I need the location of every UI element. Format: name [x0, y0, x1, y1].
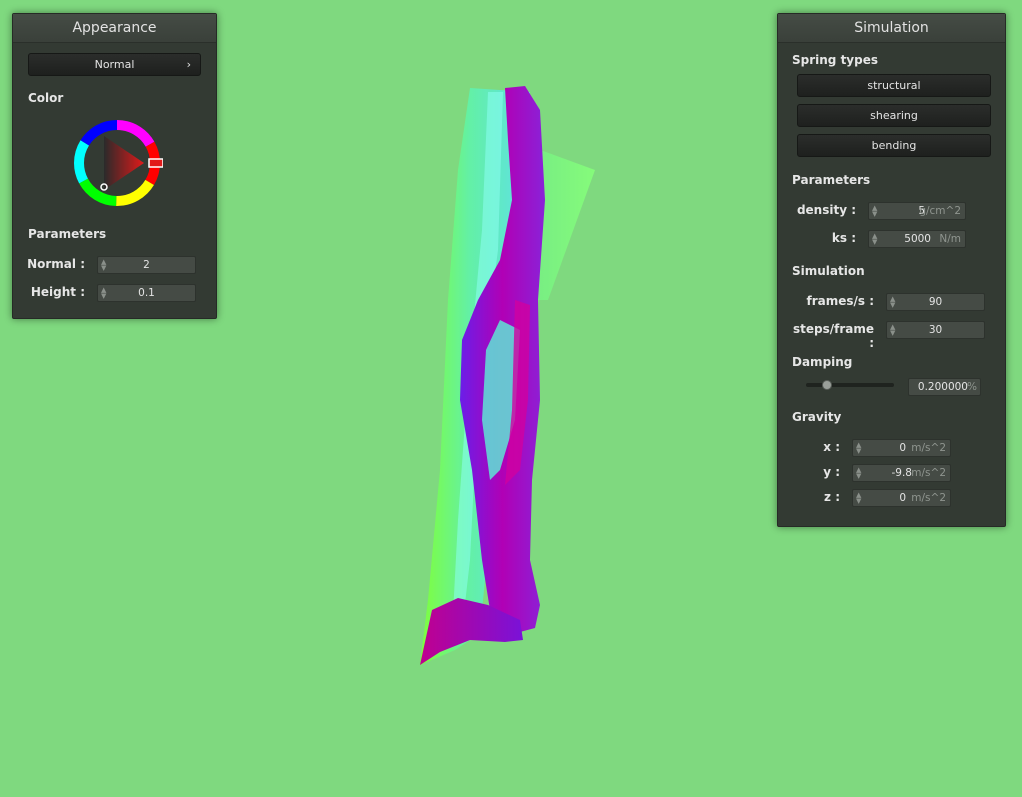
damping-label: Damping — [792, 355, 853, 369]
gravity-x-input[interactable]: ▲ ▼ 0 m/s^2 — [852, 439, 951, 457]
gravity-z-unit: m/s^2 — [911, 492, 946, 504]
gravity-x-value: 0 — [899, 442, 906, 454]
damping-number-input[interactable]: 0.200000 % — [908, 378, 981, 396]
ks-number-input[interactable]: ▲ ▼ 5000 N/m — [868, 230, 966, 248]
damping-slider-thumb[interactable] — [822, 380, 832, 390]
gravity-y-input[interactable]: ▲ ▼ -9.8 m/s^2 — [852, 464, 951, 482]
steps-per-frame-input[interactable]: ▲ ▼ 30 — [886, 321, 985, 339]
steps-per-frame-value: 30 — [928, 324, 943, 336]
spinner-arrows-icon[interactable]: ▲ ▼ — [856, 467, 862, 480]
damping-slider[interactable] — [806, 378, 894, 392]
appearance-panel: Appearance Normal › Color Parameters Nor… — [12, 13, 217, 319]
gravity-z-input[interactable]: ▲ ▼ 0 m/s^2 — [852, 489, 951, 507]
gravity-label: Gravity — [792, 410, 842, 424]
shearing-button[interactable]: shearing — [797, 104, 991, 127]
simulation-section-label: Simulation — [792, 264, 865, 278]
simulation-parameters-label: Parameters — [792, 173, 871, 187]
density-number-input[interactable]: ▲ ▼ 5 g/cm^2 — [868, 202, 966, 220]
damping-value: 0.200000 — [917, 381, 968, 393]
gravity-x-unit: m/s^2 — [911, 442, 946, 454]
spinner-arrows-icon[interactable]: ▲ ▼ — [872, 205, 878, 218]
frames-per-second-value: 90 — [928, 296, 943, 308]
gravity-y-label: y : — [823, 465, 840, 479]
normal-field-label: Normal : — [27, 257, 85, 271]
color-section-label: Color — [28, 91, 64, 105]
frames-per-second-input[interactable]: ▲ ▼ 90 — [886, 293, 985, 311]
structural-button[interactable]: structural — [797, 74, 991, 97]
gravity-y-value: -9.8 — [891, 467, 913, 479]
appearance-panel-title[interactable]: Appearance — [13, 14, 216, 43]
gravity-x-label: x : — [823, 440, 840, 454]
height-number-input[interactable]: ▲ ▼ 0.1 — [97, 284, 196, 302]
gravity-z-value: 0 — [899, 492, 906, 504]
density-unit: g/cm^2 — [919, 205, 961, 217]
simulation-panel: Simulation Spring types structural shear… — [777, 13, 1006, 527]
spinner-arrows-icon[interactable]: ▲ ▼ — [856, 442, 862, 455]
ks-field-label: ks : — [831, 231, 856, 245]
shading-mode-value: Normal — [94, 58, 135, 71]
height-value: 0.1 — [138, 287, 155, 299]
ks-unit: N/m — [939, 233, 961, 245]
spring-types-label: Spring types — [792, 53, 879, 67]
frames-per-second-label: frames/s : — [806, 294, 874, 308]
density-field-label: density : — [796, 203, 856, 217]
spinner-arrows-icon[interactable]: ▲ ▼ — [872, 233, 878, 246]
height-field-label: Height : — [30, 285, 85, 299]
ks-value: 5000 — [904, 233, 931, 245]
steps-per-frame-label: steps/frame : — [792, 322, 874, 350]
bending-button[interactable]: bending — [797, 134, 991, 157]
color-wheel-icon — [74, 120, 164, 206]
simulation-panel-title[interactable]: Simulation — [778, 14, 1005, 43]
damping-slider-track — [806, 383, 894, 387]
gravity-y-unit: m/s^2 — [911, 467, 946, 479]
chevron-right-icon: › — [186, 58, 191, 71]
color-wheel[interactable] — [71, 117, 164, 209]
normal-value: 2 — [143, 259, 150, 271]
spinner-arrows-icon[interactable]: ▲ ▼ — [856, 492, 862, 505]
damping-unit: % — [967, 381, 977, 393]
appearance-parameters-label: Parameters — [28, 227, 107, 241]
normal-number-input[interactable]: ▲ ▼ 2 — [97, 256, 196, 274]
gravity-z-label: z : — [824, 490, 840, 504]
shading-mode-dropdown[interactable]: Normal › — [28, 53, 201, 76]
